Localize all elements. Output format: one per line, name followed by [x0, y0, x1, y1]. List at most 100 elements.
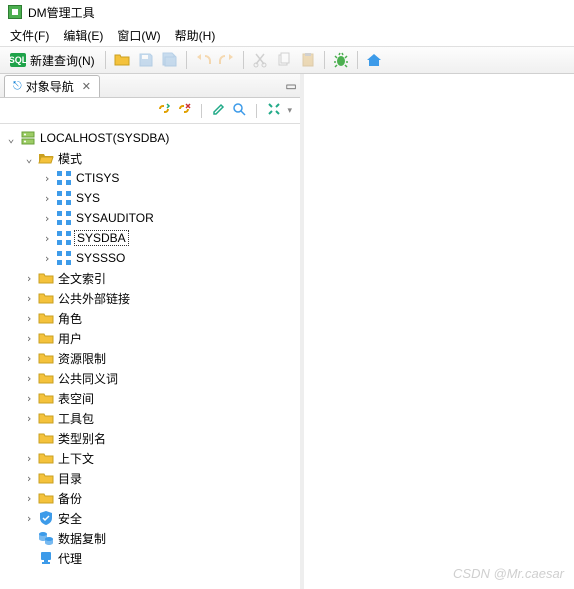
- expand-icon[interactable]: ›: [22, 492, 36, 505]
- tree-folder-11[interactable]: › 备份: [2, 488, 298, 508]
- tree-schema-sys[interactable]: › SYS: [2, 188, 298, 208]
- close-icon[interactable]: ✕: [82, 80, 91, 93]
- menu-help[interactable]: 帮助(H): [175, 27, 216, 44]
- expand-icon[interactable]: ›: [22, 352, 36, 365]
- tree-folder-1[interactable]: › 公共外部链接: [2, 288, 298, 308]
- tree-label: SYSDBA: [74, 230, 129, 246]
- redo-button[interactable]: [217, 50, 237, 70]
- tree-label: CTISYS: [74, 171, 121, 185]
- tree-root-server[interactable]: ⌄ LOCALHOST(SYSDBA): [2, 128, 298, 148]
- object-navigator-tab[interactable]: ⎋ 对象导航 ✕: [4, 75, 100, 97]
- minimize-icon[interactable]: ▭: [282, 79, 300, 93]
- expand-icon[interactable]: ›: [22, 272, 36, 285]
- tree-icon: [38, 350, 54, 366]
- tree-icon: [38, 270, 54, 286]
- tree-icon: [38, 490, 54, 506]
- tree-icon: [38, 150, 54, 166]
- tree-label: 模式: [56, 150, 84, 167]
- expand-icon[interactable]: ›: [40, 232, 54, 245]
- tree-folder-8[interactable]: 类型别名: [2, 428, 298, 448]
- paste-button[interactable]: [298, 50, 318, 70]
- tree-folder-2[interactable]: › 角色: [2, 308, 298, 328]
- expand-icon[interactable]: ›: [22, 292, 36, 305]
- menu-window[interactable]: 窗口(W): [117, 27, 160, 44]
- tree-icon: [56, 170, 72, 186]
- expand-icon[interactable]: ›: [40, 172, 54, 185]
- expand-icon[interactable]: ›: [40, 252, 54, 265]
- tree-folder-5[interactable]: › 公共同义词: [2, 368, 298, 388]
- save-button[interactable]: [136, 50, 156, 70]
- new-query-label: 新建查询(N): [30, 52, 95, 69]
- open-folder-button[interactable]: [112, 50, 132, 70]
- expand-icon[interactable]: ›: [40, 192, 54, 205]
- menu-file[interactable]: 文件(F): [10, 27, 49, 44]
- expand-icon[interactable]: ›: [22, 332, 36, 345]
- debug-button[interactable]: [331, 50, 351, 70]
- expand-icon[interactable]: ›: [22, 392, 36, 405]
- tree-icon: [38, 390, 54, 406]
- tree-label: 公共同义词: [56, 370, 120, 387]
- tree-schema-folder[interactable]: ⌄ 模式: [2, 148, 298, 168]
- expand-icon[interactable]: ›: [40, 212, 54, 225]
- tree-folder-0[interactable]: › 全文索引: [2, 268, 298, 288]
- tree-schema-sysdba[interactable]: › SYSDBA: [2, 228, 298, 248]
- save-all-button[interactable]: [160, 50, 180, 70]
- tree-icon: [38, 330, 54, 346]
- tree-label: 备份: [56, 490, 84, 507]
- unlink-icon[interactable]: [177, 102, 191, 119]
- tree-schema-syssso[interactable]: › SYSSSO: [2, 248, 298, 268]
- tree-icon: [38, 290, 54, 306]
- tree-agent[interactable]: 代理: [2, 548, 298, 568]
- dropdown-icon[interactable]: ▾: [287, 105, 292, 116]
- tree-label: 工具包: [56, 410, 96, 427]
- expand-icon[interactable]: ⌄: [22, 152, 36, 165]
- tree-security[interactable]: › 安全: [2, 508, 298, 528]
- link-icon[interactable]: [157, 102, 171, 119]
- tree-icon: [38, 310, 54, 326]
- menu-edit[interactable]: 编辑(E): [63, 27, 103, 44]
- tree-folder-7[interactable]: › 工具包: [2, 408, 298, 428]
- menu-bar: 文件(F) 编辑(E) 窗口(W) 帮助(H): [0, 24, 574, 46]
- tree-label: SYS: [74, 191, 102, 205]
- tree-icon: [38, 410, 54, 426]
- expand-icon[interactable]: ›: [22, 512, 36, 525]
- tree-icon: [38, 450, 54, 466]
- tree-label: 公共外部链接: [56, 290, 132, 307]
- tree-folder-9[interactable]: › 上下文: [2, 448, 298, 468]
- expand-icon[interactable]: ⌄: [4, 132, 18, 145]
- tree-label: 上下文: [56, 450, 96, 467]
- tree-folder-10[interactable]: › 目录: [2, 468, 298, 488]
- object-tree[interactable]: ⌄ LOCALHOST(SYSDBA) ⌄ 模式 › CTISYS › SYS …: [0, 124, 300, 589]
- search-icon[interactable]: [232, 102, 246, 119]
- tree-label: 表空间: [56, 390, 96, 407]
- title-bar: DM管理工具: [0, 0, 574, 24]
- tree-folder-6[interactable]: › 表空间: [2, 388, 298, 408]
- panel-toolbar: ▾: [0, 98, 300, 124]
- edit-icon[interactable]: [212, 102, 226, 119]
- new-query-button[interactable]: SQL 新建查询(N): [6, 52, 99, 69]
- object-navigator-panel: ⎋ 对象导航 ✕ ▭ ▾ ⌄: [0, 74, 304, 589]
- tree-folder-3[interactable]: › 用户: [2, 328, 298, 348]
- tree-label: 资源限制: [56, 350, 108, 367]
- expand-icon[interactable]: ›: [22, 312, 36, 325]
- undo-button[interactable]: [193, 50, 213, 70]
- tree-label: LOCALHOST(SYSDBA): [38, 131, 171, 145]
- tree-folder-4[interactable]: › 资源限制: [2, 348, 298, 368]
- tree-schema-sysauditor[interactable]: › SYSAUDITOR: [2, 208, 298, 228]
- tree-label: 目录: [56, 470, 84, 487]
- expand-icon[interactable]: ›: [22, 412, 36, 425]
- expand-icon[interactable]: ›: [22, 472, 36, 485]
- main-editor-area: [304, 74, 574, 589]
- expand-icon[interactable]: ›: [22, 452, 36, 465]
- home-button[interactable]: [364, 50, 384, 70]
- tree-schema-ctisys[interactable]: › CTISYS: [2, 168, 298, 188]
- collapse-all-icon[interactable]: [267, 102, 281, 119]
- expand-icon[interactable]: ›: [22, 372, 36, 385]
- tree-icon: [38, 430, 54, 446]
- main-toolbar: SQL 新建查询(N): [0, 46, 574, 74]
- cut-button[interactable]: [250, 50, 270, 70]
- copy-button[interactable]: [274, 50, 294, 70]
- tree-replication[interactable]: 数据复制: [2, 528, 298, 548]
- tree-label: SYSAUDITOR: [74, 211, 156, 225]
- tree-icon: [38, 530, 54, 546]
